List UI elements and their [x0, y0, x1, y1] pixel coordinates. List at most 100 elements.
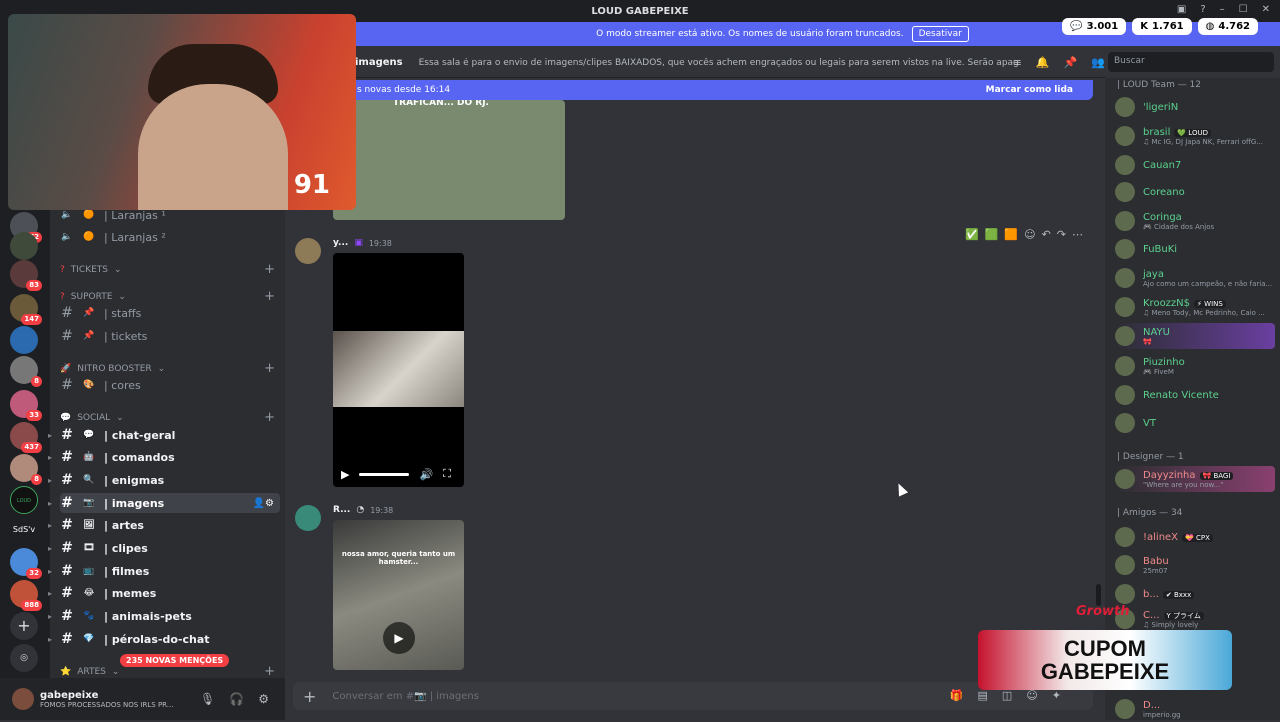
category-tickets[interactable]: ? TICKETS ⌄ +	[60, 262, 275, 277]
channel-staffs[interactable]: # 📌 | staffs	[60, 303, 280, 323]
member-item[interactable]: Renato Vicente	[1115, 382, 1275, 408]
server-icon-sdsv[interactable]: SdS'v	[10, 516, 38, 544]
member-item[interactable]: Piuzinho 🎮 FiveM	[1115, 353, 1275, 379]
bell-icon[interactable]: 🔔	[1036, 56, 1050, 69]
server-icon[interactable]: 888	[10, 580, 42, 611]
channel-imagens[interactable]: ▸ # 📷 | imagens 👤⚙	[48, 493, 280, 513]
member-item[interactable]: jaya Ajo como um campeão, e não faria...	[1115, 265, 1275, 291]
emoji-icon[interactable]: ☺	[1026, 689, 1037, 702]
pin-icon[interactable]: 📌	[1064, 56, 1078, 69]
minimize-icon[interactable]: –	[1220, 4, 1225, 15]
gif-icon[interactable]: ▤	[978, 689, 988, 702]
server-icon[interactable]	[10, 326, 38, 354]
server-icon[interactable]: 8	[10, 454, 42, 485]
apps-icon[interactable]: ✦	[1052, 689, 1061, 702]
avatar[interactable]	[12, 688, 34, 710]
play-button[interactable]: ▶	[383, 622, 415, 654]
channel-memes[interactable]: ▸ # 😂 | memes	[48, 583, 280, 603]
inbox-icon[interactable]: ▣	[1177, 4, 1186, 15]
gift-icon[interactable]: 🎁	[950, 689, 964, 702]
channel-tickets[interactable]: # 📌 | tickets	[60, 326, 280, 346]
attach-icon[interactable]: +	[303, 687, 316, 706]
avatar[interactable]	[295, 238, 321, 264]
channel-clipes[interactable]: ▸ # 🎞 | clipes	[48, 538, 280, 558]
member-item[interactable]: C... Y プライム ♫ Simply lovely	[1115, 606, 1275, 632]
add-channel-icon[interactable]: +	[264, 262, 275, 277]
channel-perolas-do-chat[interactable]: ▸ # 💎 | pérolas-do-chat	[48, 629, 280, 649]
check-reaction-icon[interactable]: ✅	[965, 228, 979, 241]
channel-chat-geral[interactable]: ▸ # 💬 | chat-geral	[48, 425, 280, 445]
more-icon[interactable]: ⋯	[1072, 228, 1083, 241]
member-item[interactable]: 'ligeriN	[1115, 94, 1275, 120]
discover-icon[interactable]: ◎	[10, 644, 38, 672]
add-channel-icon[interactable]: +	[264, 289, 275, 304]
new-messages-bar[interactable]: s novas desde 16:14 Marcar como lida	[285, 80, 1093, 100]
disable-streamer-button[interactable]: Desativar	[911, 26, 969, 42]
close-icon[interactable]: ✕	[1262, 4, 1270, 15]
channel-filmes[interactable]: ▸ # 📺 | filmes	[48, 561, 280, 581]
server-icon[interactable]: 8	[10, 356, 42, 387]
channel-enigmas[interactable]: ▸ # 🔍 | enigmas	[48, 470, 280, 490]
volume-icon[interactable]: 🔊	[419, 468, 433, 481]
avatar[interactable]	[295, 505, 321, 531]
channel-comandos[interactable]: ▸ # 🤖 | comandos	[48, 447, 280, 467]
add-channel-icon[interactable]: +	[264, 410, 275, 425]
add-server-icon[interactable]: +	[10, 612, 38, 640]
channel-cores[interactable]: # 🎨 | cores	[60, 375, 280, 395]
threads-icon[interactable]: ≡	[1013, 56, 1022, 69]
member-item[interactable]: KroozzN$ ⚡ WINS ♫ Meno Tody, Mc Pedrinho, …	[1115, 294, 1275, 320]
maximize-icon[interactable]: ☐	[1239, 4, 1248, 15]
channel-laranjas-2[interactable]: 🔈 🟠 | Laranjas ²	[60, 227, 280, 247]
member-item[interactable]: !alineX 💝 CPX	[1115, 524, 1275, 550]
add-channel-icon[interactable]: +	[264, 664, 275, 679]
server-icon[interactable]: 32	[10, 548, 42, 579]
reaction-icon[interactable]: 🟧	[1004, 228, 1018, 241]
server-icon[interactable]	[10, 232, 38, 260]
member-item[interactable]: Coringa 🎮 Cidade dos Anjos	[1115, 208, 1275, 234]
member-item[interactable]: D... imperio.gg	[1115, 696, 1275, 722]
server-icon[interactable]: 33	[10, 390, 42, 421]
category-suporte[interactable]: ? SUPORTE ⌄ +	[60, 289, 275, 304]
reaction-icon[interactable]: 🟩	[985, 228, 999, 241]
sticker-icon[interactable]: ◫	[1002, 689, 1012, 702]
video-attachment[interactable]: ▶ 🔊 ⛶	[333, 253, 464, 487]
gear-icon[interactable]: ⚙	[258, 692, 269, 706]
microphone-icon[interactable]: 🎙	[200, 692, 215, 706]
member-item[interactable]: Dayyzinha 🎀 BAGI "Where are you now..."	[1115, 466, 1275, 492]
message-author[interactable]: R...	[333, 505, 350, 515]
volume-slider[interactable]	[359, 472, 410, 476]
message-composer[interactable]: + Conversar em #📷 | imagens 🎁 ▤ ◫ ☺ ✦	[293, 682, 1093, 710]
message-input[interactable]: Conversar em #📷 | imagens	[332, 691, 479, 702]
member-item[interactable]: Babu 25m07	[1115, 552, 1275, 578]
invite-icon[interactable]: 👤⚙	[253, 498, 280, 509]
member-item[interactable]: VT	[1115, 410, 1275, 436]
member-item[interactable]: Cauan7	[1115, 152, 1275, 178]
search-input[interactable]: Buscar	[1108, 52, 1274, 72]
mark-as-read-button[interactable]: Marcar como lida	[986, 85, 1073, 95]
add-channel-icon[interactable]: +	[264, 361, 275, 376]
member-item[interactable]: brasil 💚 LOUD ♫ Mc IG, DJ Japa NK, Ferrari…	[1115, 123, 1275, 149]
channel-animais-pets[interactable]: ▸ # 🐾 | animais-pets	[48, 606, 280, 626]
members-icon[interactable]: 👥	[1091, 56, 1105, 69]
channel-topic[interactable]: Essa sala é para o envio de imagens/clip…	[419, 58, 1019, 68]
reply-icon[interactable]: ↶	[1042, 228, 1051, 241]
member-item[interactable]: b... ✔ Bxxx	[1115, 581, 1275, 607]
new-mentions-badge[interactable]: 235 NOVAS MENÇÕES	[120, 654, 230, 667]
server-icon[interactable]: 437	[10, 422, 42, 453]
play-icon[interactable]: ▶	[341, 468, 349, 481]
add-reaction-icon[interactable]: ☺	[1024, 228, 1035, 241]
image-attachment[interactable]: TRAFICAN... DO RJ.	[333, 100, 565, 220]
forward-icon[interactable]: ↷	[1057, 228, 1066, 241]
server-icon[interactable]: 83	[10, 260, 42, 291]
channel-artes[interactable]: ▸ # 🖼 | artes	[48, 515, 280, 535]
fullscreen-icon[interactable]: ⛶	[443, 467, 451, 481]
headphones-icon[interactable]: 🎧	[229, 692, 244, 706]
help-icon[interactable]: ?	[1200, 4, 1205, 15]
message-author[interactable]: y...	[333, 238, 348, 248]
category-social[interactable]: 💬 SOCIAL ⌄ +	[60, 410, 275, 425]
member-item[interactable]: Coreano	[1115, 179, 1275, 205]
server-icon[interactable]: 147	[10, 294, 42, 325]
member-item[interactable]: FuBuKi	[1115, 236, 1275, 262]
member-item[interactable]: NAYU 🎀	[1115, 323, 1275, 349]
server-icon-loud[interactable]: LOUD	[10, 486, 38, 514]
